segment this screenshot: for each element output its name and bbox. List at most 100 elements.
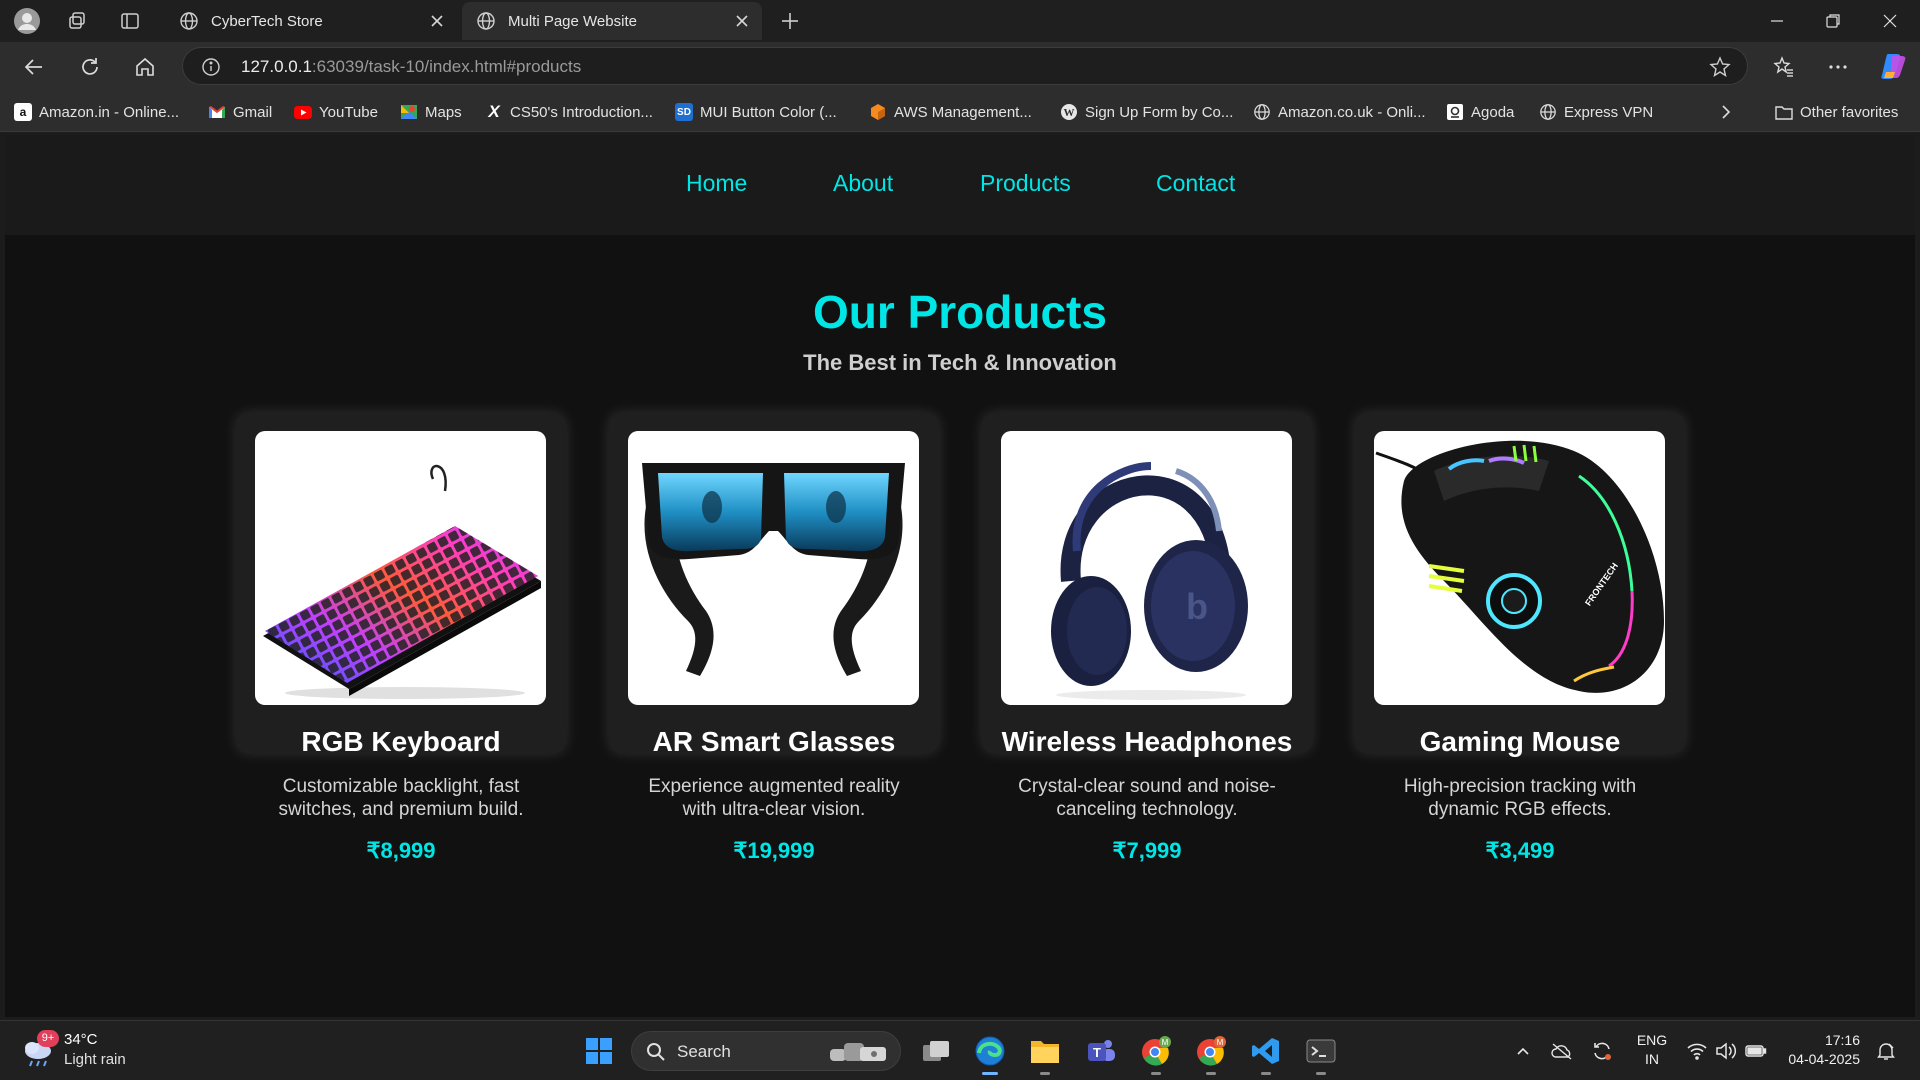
- battery-icon[interactable]: [1744, 1039, 1768, 1063]
- new-tab-icon[interactable]: [775, 6, 805, 36]
- nav-products-link[interactable]: Products: [980, 170, 1071, 197]
- tab-cybertech-store[interactable]: CyberTech Store: [165, 2, 457, 40]
- volume-icon[interactable]: [1714, 1039, 1738, 1063]
- product-card[interactable]: AR Smart Glasses Experience augmented re…: [609, 413, 939, 863]
- more-options-icon[interactable]: [1823, 52, 1853, 82]
- bookmark-label: Gmail: [233, 103, 273, 121]
- globe-icon: [179, 11, 199, 31]
- bookmark-label: Agoda: [1471, 103, 1515, 121]
- windows-taskbar: 9+ 34°C Light rain Search T M M ENG IN 1…: [0, 1020, 1920, 1080]
- language-indicator[interactable]: ENG IN: [1634, 1031, 1670, 1069]
- url-host: 127.0.0.1: [241, 57, 312, 76]
- product-price: ₹19,999: [733, 838, 815, 863]
- windows-start-icon[interactable]: [580, 1032, 618, 1070]
- site-navbar: Home About Products Contact: [5, 135, 1915, 235]
- amazon-icon: a: [14, 103, 32, 121]
- bookmark-label: Amazon.co.uk - Onli...: [1278, 103, 1426, 121]
- more-bookmarks-chevron-icon[interactable]: [1718, 101, 1734, 123]
- close-tab-icon[interactable]: [429, 13, 445, 29]
- file-explorer-icon[interactable]: [1026, 1032, 1064, 1075]
- clock-time: 17:16: [1824, 1032, 1860, 1048]
- product-card[interactable]: RGB Keyboard Customizable backlight, fas…: [236, 413, 566, 863]
- url-path: :63039/task-10/index.html#products: [311, 57, 582, 76]
- aws-icon: [869, 103, 887, 121]
- bookmark-label: Express VPN: [1564, 103, 1654, 121]
- youtube-icon: [294, 103, 312, 121]
- tab-strip: CyberTech Store Multi Page Website: [0, 0, 1920, 42]
- other-favorites[interactable]: Other favorites: [1775, 101, 1898, 123]
- svg-text:T: T: [1093, 1045, 1101, 1060]
- refresh-icon[interactable]: [75, 52, 105, 82]
- home-icon[interactable]: [130, 52, 160, 82]
- system-clock[interactable]: 17:16 04-04-2025: [1782, 1031, 1860, 1069]
- restore-icon[interactable]: [1805, 0, 1861, 42]
- tab-title: Multi Page Website: [508, 12, 637, 30]
- product-description: High-precision tracking with dynamic RGB…: [1403, 776, 1637, 820]
- bookmark-maps[interactable]: Maps: [400, 101, 462, 123]
- wordpress-icon: W: [1060, 103, 1078, 121]
- bookmark-express-vpn[interactable]: Express VPN: [1539, 101, 1653, 123]
- profile-avatar-icon[interactable]: [12, 6, 42, 36]
- wifi-icon[interactable]: [1685, 1039, 1709, 1063]
- gaming-mouse-image: FRONTECH: [1374, 431, 1665, 705]
- task-view-icon[interactable]: [917, 1032, 955, 1070]
- gmail-icon: [208, 103, 226, 121]
- rgb-keyboard-image: [255, 431, 546, 705]
- product-card[interactable]: b Wireless Headphones Crystal-clear soun…: [982, 413, 1312, 863]
- close-window-icon[interactable]: [1862, 0, 1918, 42]
- edge-browser-icon[interactable]: [971, 1032, 1009, 1075]
- bookmark-mui-button[interactable]: SD MUI Button Color (...: [675, 101, 837, 123]
- bookmark-youtube[interactable]: YouTube: [294, 101, 378, 123]
- onedrive-offline-icon[interactable]: [1550, 1039, 1574, 1063]
- address-bar[interactable]: 127.0.0.1:63039/task-10/index.html#produ…: [182, 47, 1748, 85]
- products-subheading: The Best in Tech & Innovation: [803, 350, 1117, 375]
- copilot-icon[interactable]: [1878, 50, 1910, 82]
- bookmark-signup-form[interactable]: W Sign Up Form by Co...: [1060, 101, 1233, 123]
- weather-temperature[interactable]: 34°C: [64, 1031, 98, 1048]
- tab-title: CyberTech Store: [211, 12, 323, 30]
- search-label: Search: [677, 1042, 731, 1061]
- clock-date: 04-04-2025: [1788, 1051, 1860, 1067]
- bookmark-gmail[interactable]: Gmail: [208, 101, 272, 123]
- teams-icon[interactable]: T: [1082, 1032, 1120, 1070]
- weather-condition[interactable]: Light rain: [64, 1051, 126, 1068]
- chrome-profile-2-icon[interactable]: M: [1192, 1032, 1230, 1075]
- other-favorites-label: Other favorites: [1800, 103, 1899, 121]
- favorites-icon[interactable]: [1769, 52, 1799, 82]
- folder-icon: [1775, 103, 1793, 121]
- nav-home-link[interactable]: Home: [686, 170, 747, 197]
- terminal-icon[interactable]: [1302, 1032, 1340, 1075]
- product-card[interactable]: FRONTECH Gaming Mouse High-precision tra…: [1355, 413, 1685, 863]
- bookmark-label: CS50's Introduction...: [510, 103, 653, 121]
- tab-multi-page-website[interactable]: Multi Page Website: [462, 2, 762, 40]
- show-hidden-icons-chevron-icon[interactable]: [1511, 1039, 1535, 1063]
- bookmark-amazon-uk[interactable]: Amazon.co.uk - Onli...: [1253, 101, 1426, 123]
- nav-contact-link[interactable]: Contact: [1156, 170, 1235, 197]
- workspaces-icon[interactable]: [62, 6, 92, 36]
- sync-icon[interactable]: [1590, 1039, 1614, 1063]
- ar-smart-glasses-image: [628, 431, 919, 705]
- bookmark-agoda[interactable]: Agoda: [1446, 101, 1514, 123]
- taskbar-search[interactable]: Search: [631, 1031, 901, 1071]
- language-code: ENG: [1636, 1032, 1668, 1048]
- product-price: ₹7,999: [1112, 838, 1182, 863]
- browser-toolbar: 127.0.0.1:63039/task-10/index.html#produ…: [0, 42, 1920, 92]
- site-info-icon[interactable]: [201, 57, 221, 77]
- bookmark-amazon-in[interactable]: a Amazon.in - Online...: [14, 101, 179, 123]
- product-name: RGB Keyboard: [301, 726, 501, 757]
- vertical-tabs-icon[interactable]: [115, 6, 145, 36]
- bookmark-cs50[interactable]: X CS50's Introduction...: [485, 101, 653, 123]
- search-highlight-icon: [828, 1039, 890, 1065]
- back-icon[interactable]: [19, 52, 49, 82]
- svg-text:W: W: [1064, 107, 1075, 119]
- nav-about-link[interactable]: About: [833, 170, 893, 197]
- chrome-profile-1-icon[interactable]: M: [1137, 1032, 1175, 1075]
- vscode-icon[interactable]: [1247, 1032, 1285, 1075]
- favorite-star-icon[interactable]: [1709, 56, 1731, 78]
- close-tab-icon[interactable]: [734, 13, 750, 29]
- minimize-icon[interactable]: [1749, 0, 1805, 42]
- svg-text:M: M: [1162, 1038, 1169, 1047]
- bookmark-label: YouTube: [319, 103, 378, 121]
- bookmark-aws[interactable]: AWS Management...: [869, 101, 1032, 123]
- notifications-icon[interactable]: [1874, 1039, 1898, 1063]
